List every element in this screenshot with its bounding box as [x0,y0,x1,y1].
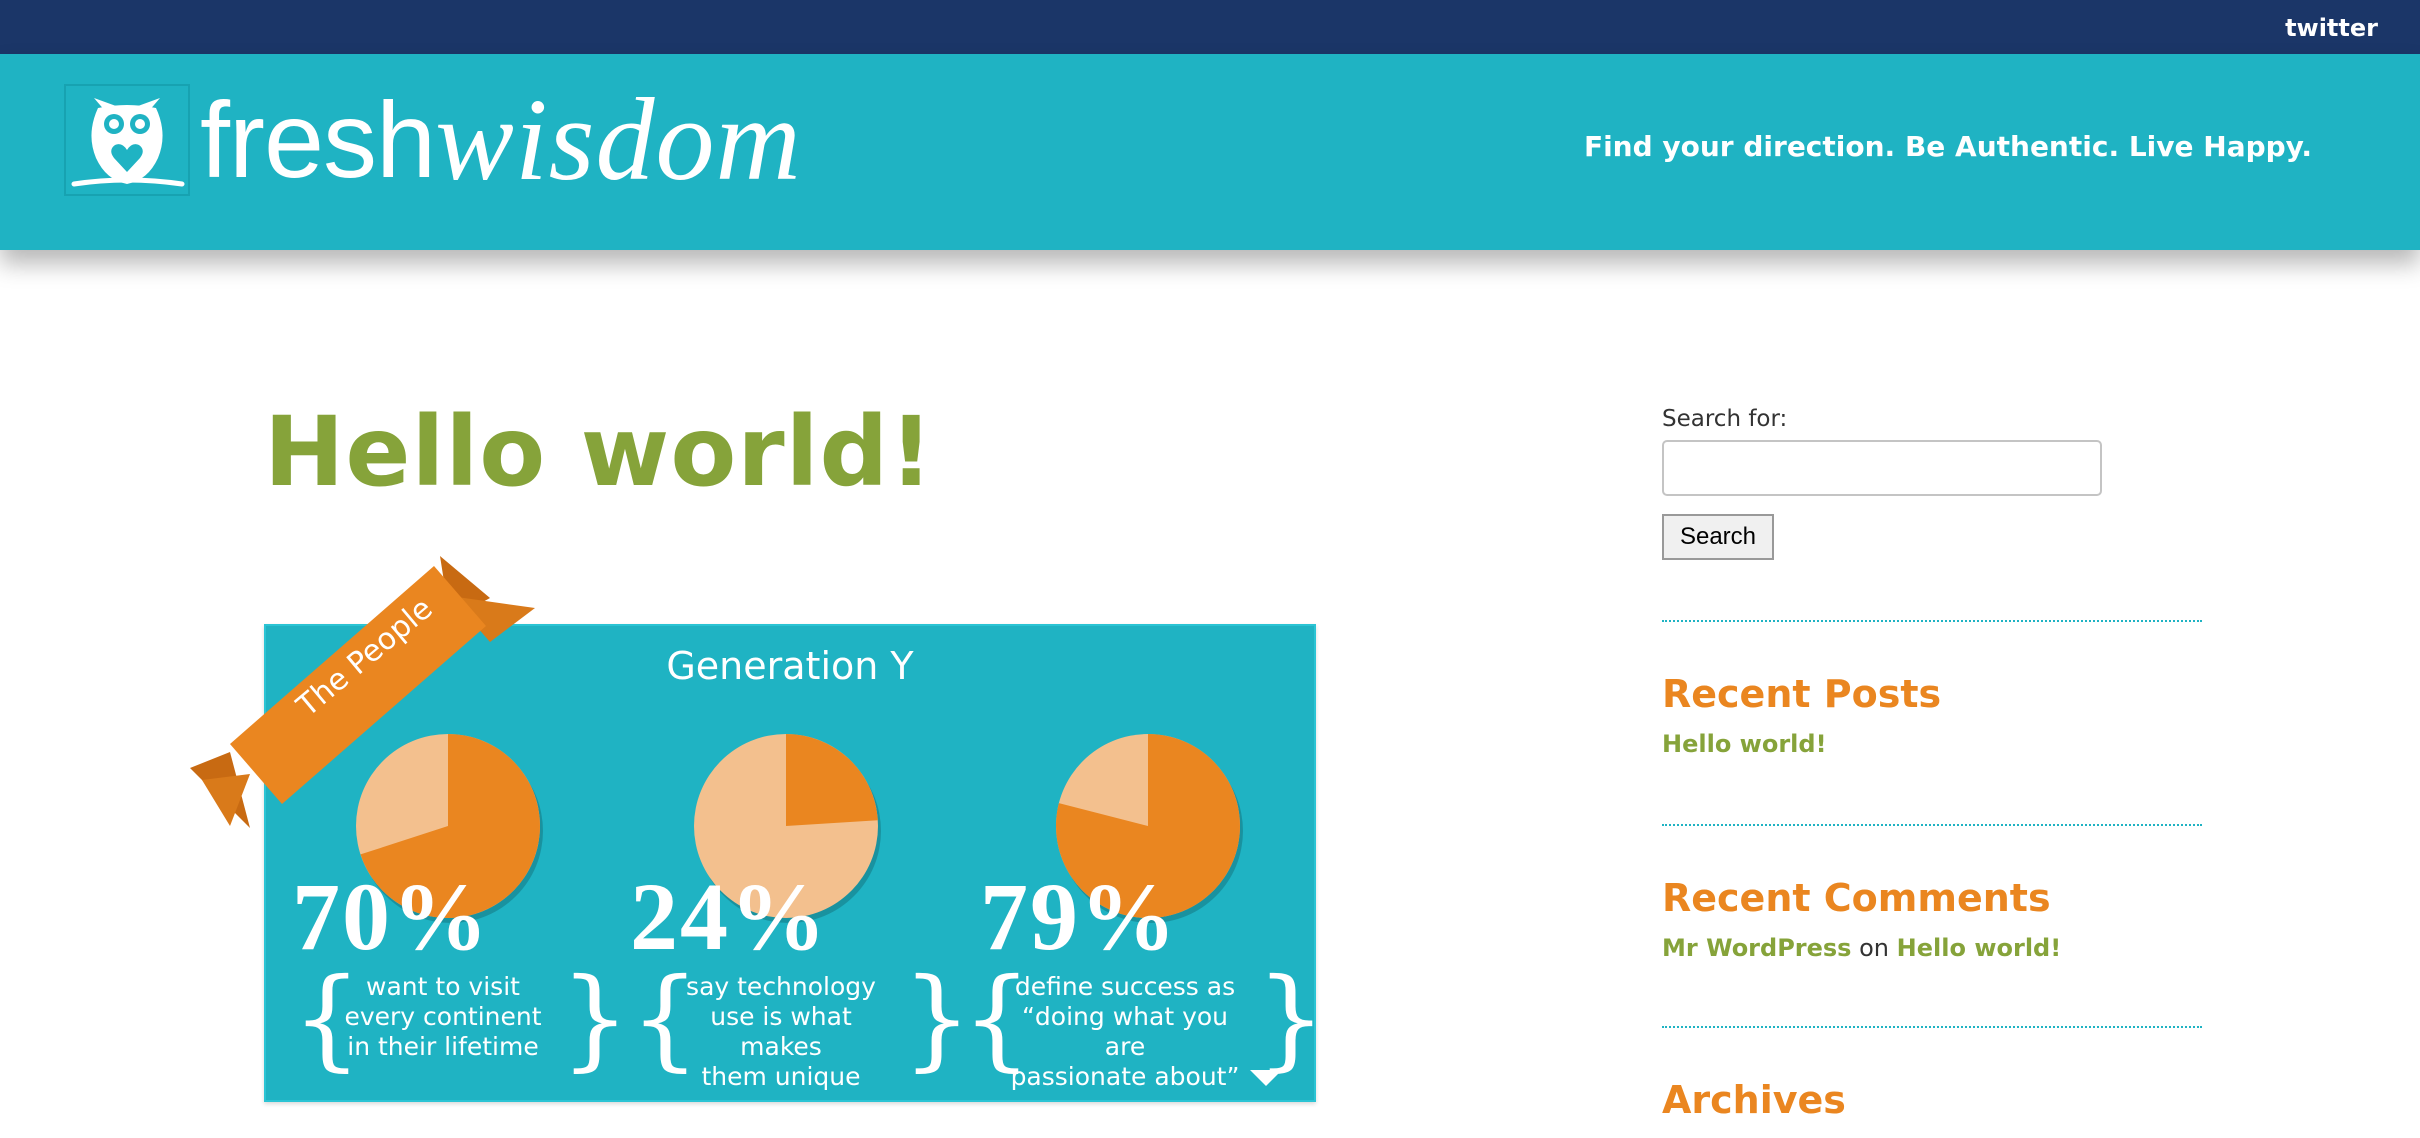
stat-description: want to visit every continent in their l… [332,972,554,1062]
stat-line: define success as [1014,972,1236,1001]
stat-description: define success as “doing what you are pa… [1000,972,1250,1092]
stat-line: “doing what you are [1021,1002,1229,1061]
caret-down-icon[interactable] [1250,1070,1282,1086]
stat-line: passionate about” [1010,1062,1240,1091]
logo-text-fresh: fresh [200,79,436,200]
stat-line: them unique [701,1062,861,1091]
widget-divider [1662,824,2202,826]
owl-icon [64,84,190,196]
stat-line: every continent [344,1002,542,1031]
widget-divider [1662,620,2202,622]
recent-posts-list: Hello world! [1662,730,1827,758]
recent-comment-item: Mr WordPress on Hello world! [1662,934,2061,962]
comment-post-link[interactable]: Hello world! [1897,934,2062,962]
recent-comments-title: Recent Comments [1662,876,2051,920]
ribbon-banner [190,556,535,828]
stat-value: 70% [292,863,490,970]
stat-line: use is what makes [710,1002,852,1061]
archives-title: Archives [1662,1078,1846,1122]
logo-text-wisdom: wisdom [435,74,802,205]
comment-author-link[interactable]: Mr WordPress [1662,934,1851,962]
stat-line: want to visit [366,972,520,1001]
comment-connector: on [1859,934,1890,962]
search-button[interactable]: Search [1662,514,1774,560]
stat-value: 24% [630,863,828,970]
brace-right: } [1256,954,1326,1082]
brace-right: } [560,954,630,1082]
search-label: Search for: [1662,406,1788,432]
stat-description: say technology use is what makes them un… [666,972,896,1092]
stat-success: { 79% define success as “doing what you … [960,726,1326,1091]
recent-posts-title: Recent Posts [1662,672,1942,716]
site-header: fresh wisdom Find your direction. Be Auth… [0,54,2420,250]
stat-line: in their lifetime [347,1032,539,1061]
top-bar: twitter [0,0,2420,54]
widget-divider [1662,1026,2202,1028]
stat-value: 79% [980,863,1178,970]
twitter-link[interactable]: twitter [2285,14,2378,42]
pie-value-slice [786,734,878,826]
site-logo[interactable]: fresh wisdom [64,74,802,205]
stat-line: say technology [686,972,876,1001]
site-tagline: Find your direction. Be Authentic. Live … [1583,130,2312,163]
recent-post-link[interactable]: Hello world! [1662,730,1827,758]
post-title[interactable]: Hello world! [264,392,934,512]
search-input[interactable] [1662,440,2102,496]
stat-technology: { 24% say technology use is what makes t… [622,726,972,1091]
